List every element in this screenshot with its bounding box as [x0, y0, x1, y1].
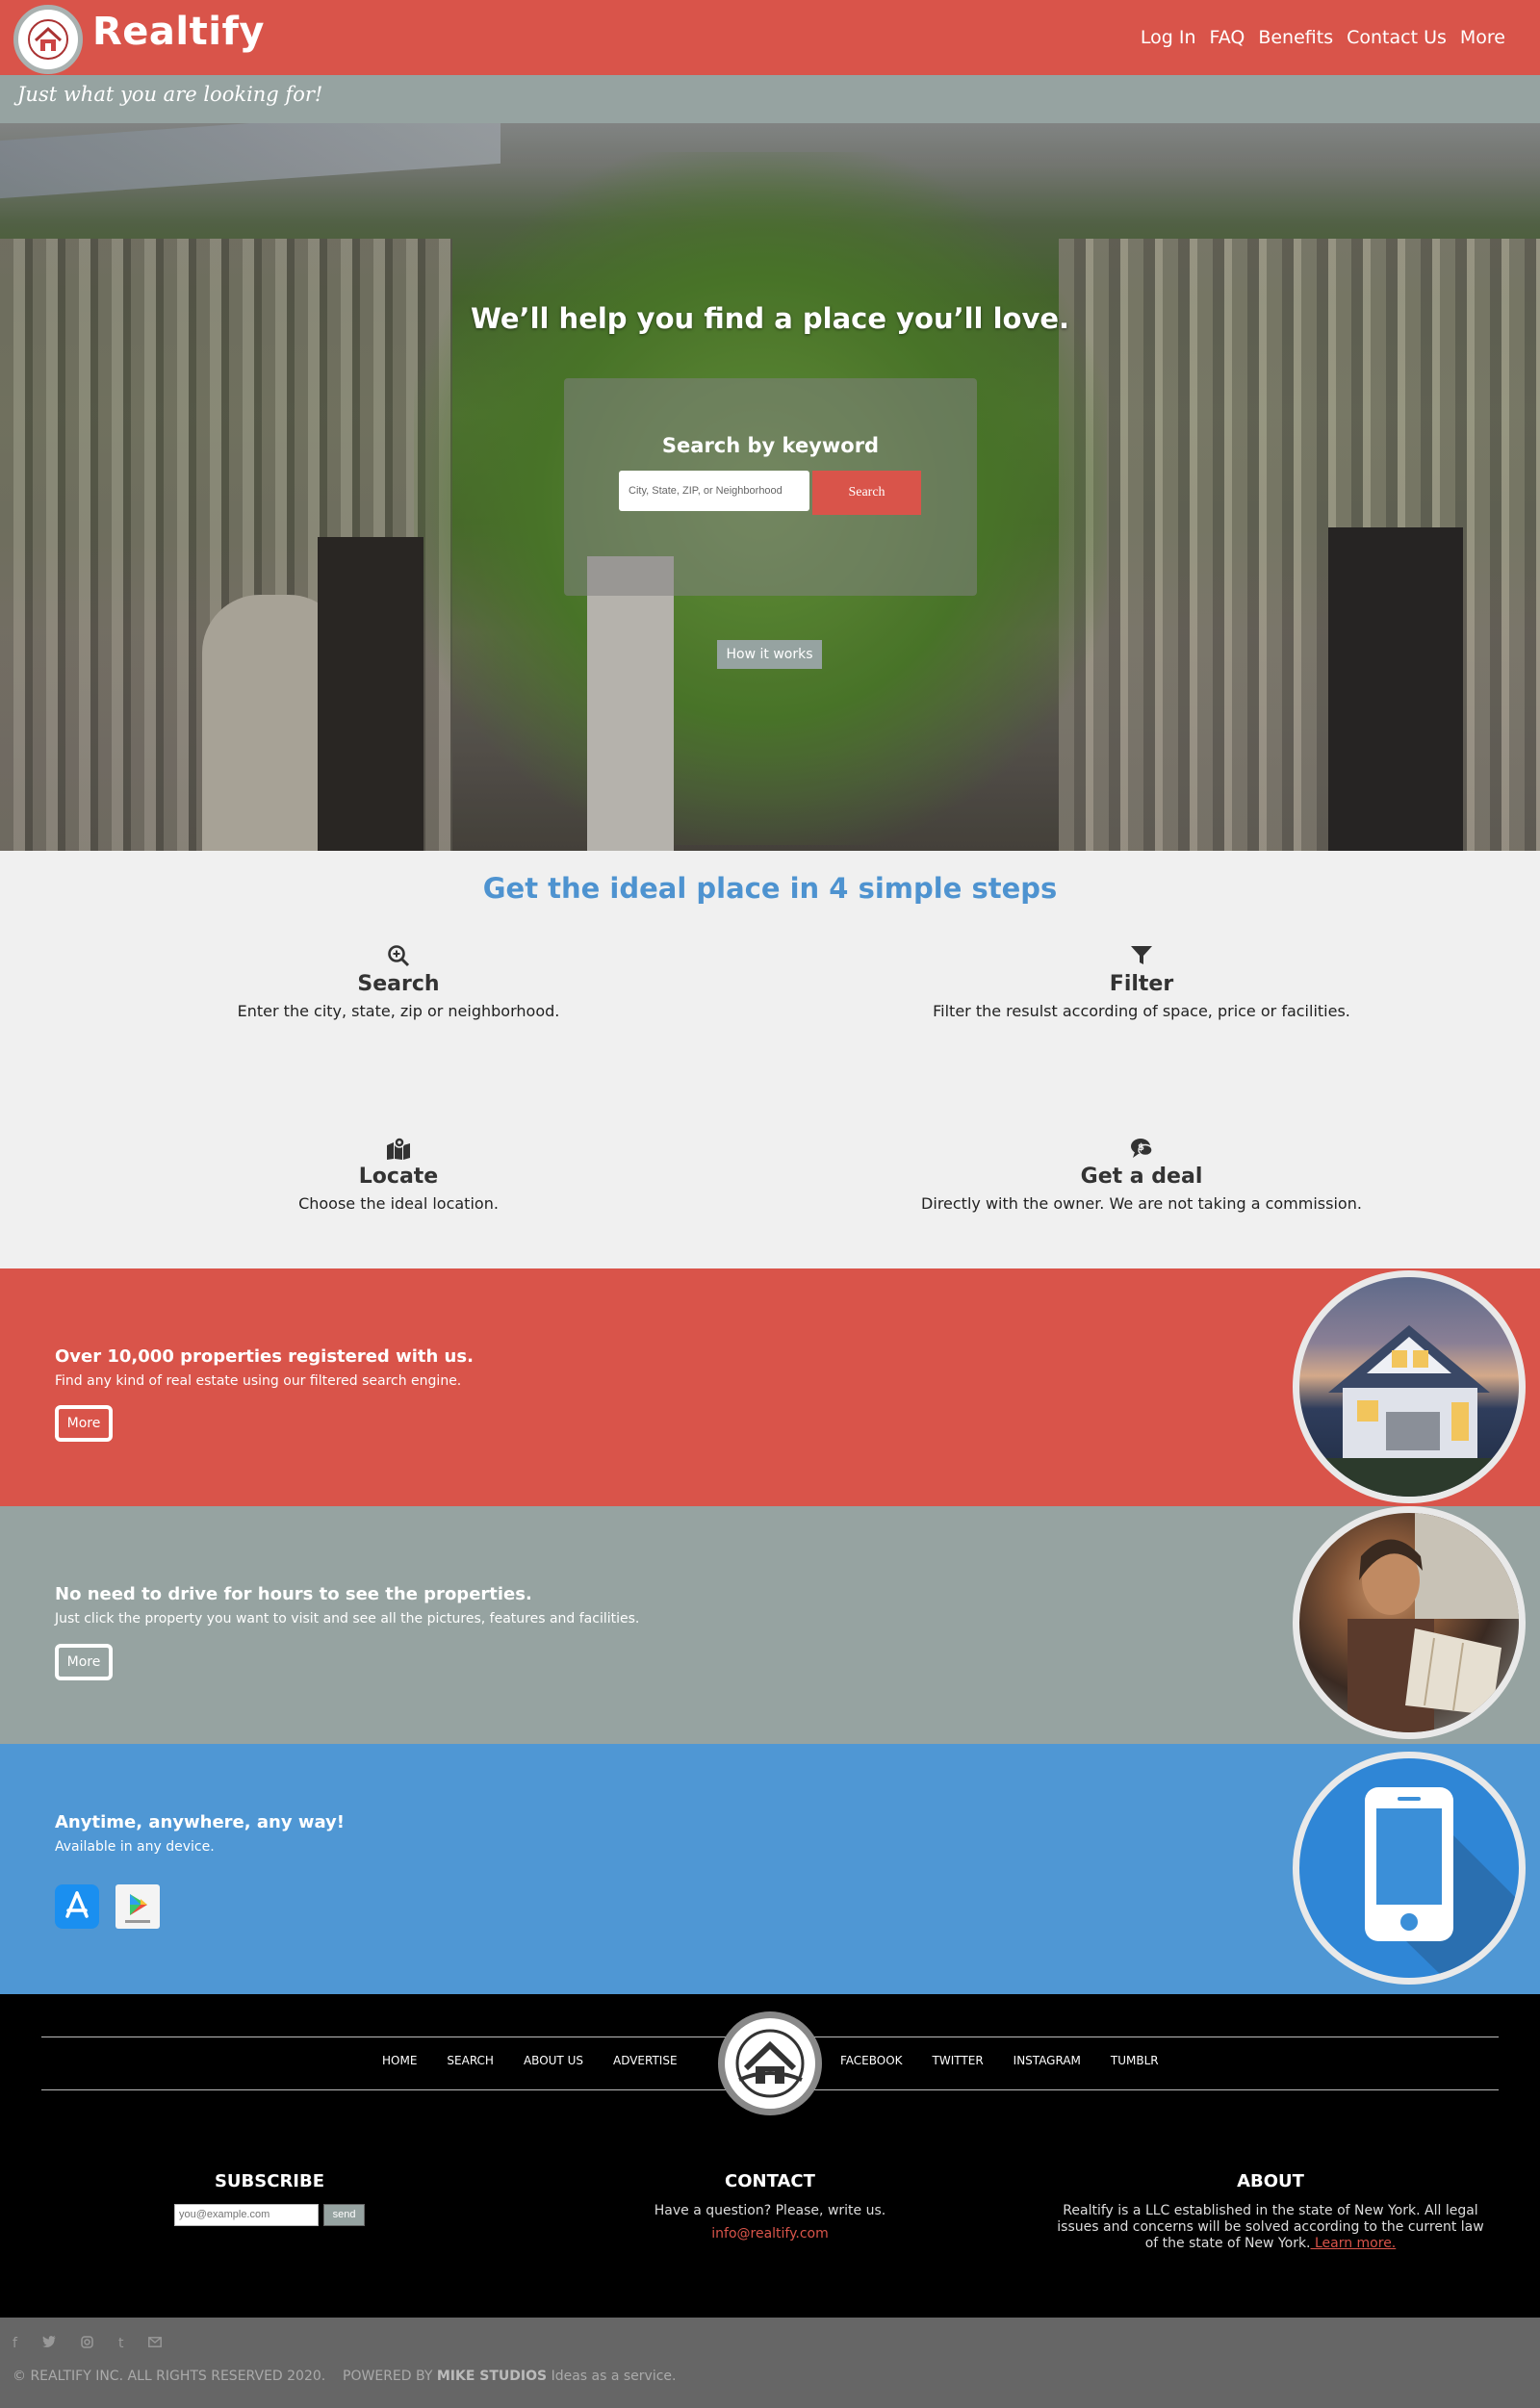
nav-benefits[interactable]: Benefits	[1258, 27, 1333, 48]
nav-faq[interactable]: FAQ	[1210, 27, 1245, 48]
tagline: Just what you are looking for!	[17, 83, 323, 106]
house-logo-icon	[735, 2029, 805, 2098]
search-button[interactable]: Search	[812, 471, 921, 515]
step-text: Choose the ideal location.	[298, 1194, 499, 1213]
step-title: Get a deal	[1080, 1165, 1203, 1189]
steps-section: Get the ideal place in 4 simple steps Se…	[0, 851, 1540, 1268]
how-it-works-button[interactable]: How it works	[717, 640, 822, 669]
mail-icon[interactable]	[148, 2336, 163, 2352]
house-illustration	[1299, 1325, 1519, 1497]
hero-title: We’ll help you find a place you’ll love.	[470, 302, 1070, 335]
feature-virtual-tour: No need to drive for hours to see the pr…	[0, 1506, 1540, 1744]
footer-link-instagram[interactable]: INSTAGRAM	[1014, 2054, 1081, 2067]
footer-link-tumblr[interactable]: TUMBLR	[1111, 2054, 1159, 2067]
footer-link-facebook[interactable]: FACEBOOK	[840, 2054, 903, 2067]
subscribe-send-button[interactable]: send	[323, 2203, 366, 2226]
nav-login[interactable]: Log In	[1141, 27, 1196, 48]
about-body: Realtify is a LLC established in the sta…	[1057, 2203, 1484, 2251]
twitter-icon[interactable]	[41, 2336, 56, 2352]
step-locate: Locate Choose the ideal location.	[62, 1136, 735, 1213]
step-text: Filter the resulst according of space, p…	[933, 1002, 1350, 1020]
footer-logo[interactable]	[718, 2011, 822, 2115]
step-text: Enter the city, state, zip or neighborho…	[237, 1002, 560, 1020]
nav-more[interactable]: More	[1460, 27, 1505, 48]
about-column: ABOUT Realtify is a LLC established in t…	[1049, 2171, 1492, 2252]
subscribe-column: SUBSCRIBE send	[125, 2171, 414, 2226]
feature-text: Find any kind of real estate using our f…	[55, 1373, 462, 1389]
chat-dollar-icon: $	[1131, 1139, 1153, 1158]
more-button[interactable]: More	[55, 1405, 113, 1442]
step-title: Filter	[1109, 972, 1174, 996]
footer-nav-left: HOME SEARCH ABOUT US ADVERTISE	[382, 2054, 678, 2067]
feature-text: Just click the property you want to visi…	[55, 1611, 640, 1627]
powered-by-link[interactable]: MIKE STUDIOS	[437, 2369, 547, 2384]
feature-text: Available in any device.	[55, 1839, 215, 1855]
contact-text: Have a question? Please, write us.	[654, 2203, 886, 2218]
driver-map-photo	[1293, 1506, 1526, 1739]
nav-contact[interactable]: Contact Us	[1347, 27, 1447, 48]
powered-suffix: Ideas as a service.	[551, 2369, 677, 2384]
more-button[interactable]: More	[55, 1644, 113, 1680]
step-title: Search	[357, 972, 440, 996]
instagram-icon[interactable]	[81, 2336, 93, 2352]
google-play-icon	[125, 1894, 150, 1923]
footer-link-advertise[interactable]: ADVERTISE	[613, 2054, 678, 2067]
search-title: Search by keyword	[661, 434, 880, 457]
app-store-icon	[65, 1891, 89, 1918]
social-icons: f t	[13, 2336, 163, 2352]
facebook-icon[interactable]: f	[13, 2336, 17, 2352]
footer-link-about[interactable]: ABOUT US	[524, 2054, 583, 2067]
svg-text:$: $	[1138, 1142, 1144, 1153]
copyright-text: © REALTIFY INC. ALL RIGHTS RESERVED 2020…	[13, 2369, 326, 2384]
feature-any-device: Anytime, anywhere, any way! Available in…	[0, 1744, 1540, 1994]
search-input[interactable]	[619, 471, 809, 511]
step-filter: Filter Filter the resulst according of s…	[805, 943, 1478, 1020]
phone-illustration	[1365, 1787, 1519, 1978]
footer-link-search[interactable]: SEARCH	[447, 2054, 494, 2067]
copyright: © REALTIFY INC. ALL RIGHTS RESERVED 2020…	[13, 2369, 676, 2384]
feature-properties: Over 10,000 properties registered with u…	[0, 1268, 1540, 1506]
step-text: Directly with the owner. We are not taki…	[921, 1194, 1362, 1213]
footer-link-home[interactable]: HOME	[382, 2054, 417, 2067]
tumblr-icon[interactable]: t	[118, 2336, 124, 2352]
logo[interactable]	[13, 5, 83, 74]
search-plus-icon	[388, 945, 410, 967]
step-title: Locate	[358, 1165, 439, 1189]
search-panel: Search by keyword Search	[564, 378, 977, 596]
top-nav: Log In FAQ Benefits Contact Us More	[1141, 27, 1505, 48]
powered-prefix: POWERED BY	[343, 2369, 433, 2384]
smartphone-icon	[1293, 1752, 1526, 1985]
step-search: Search Enter the city, state, zip or nei…	[62, 943, 735, 1020]
top-header: Realtify Log In FAQ Benefits Contact Us …	[0, 0, 1540, 75]
about-text: Realtify is a LLC established in the sta…	[1049, 2203, 1492, 2252]
footer-nav-right: FACEBOOK TWITTER INSTAGRAM TUMBLR	[840, 2054, 1159, 2067]
filter-icon	[1131, 946, 1152, 964]
app-store-badge[interactable]	[55, 1884, 99, 1929]
learn-more-link[interactable]: Learn more.	[1311, 2236, 1396, 2251]
contact-title: CONTACT	[725, 2171, 815, 2191]
subscribe-title: SUBSCRIBE	[214, 2171, 325, 2191]
hero-section: We’ll help you find a place you’ll love.…	[0, 123, 1540, 851]
bottom-bar: f t © REALTIFY INC. ALL RIGHTS RESERVED …	[0, 2318, 1540, 2408]
brand-name[interactable]: Realtify	[92, 10, 265, 54]
driver-illustration	[1348, 1513, 1519, 1732]
step-deal: $ Get a deal Directly with the owner. We…	[805, 1136, 1478, 1213]
map-marker-icon	[387, 1137, 410, 1160]
footer: HOME SEARCH ABOUT US ADVERTISE FACEBOOK …	[0, 1994, 1540, 2318]
feature-title: Over 10,000 properties registered with u…	[55, 1346, 474, 1367]
house-logo-icon	[28, 19, 68, 60]
tagline-bar: Just what you are looking for!	[0, 75, 1540, 123]
footer-link-twitter[interactable]: TWITTER	[933, 2054, 984, 2067]
google-play-badge[interactable]	[116, 1884, 160, 1929]
contact-column: CONTACT Have a question? Please, write u…	[578, 2171, 962, 2242]
about-title: ABOUT	[1237, 2171, 1304, 2191]
subscribe-email-input[interactable]	[173, 2203, 319, 2226]
feature-title: No need to drive for hours to see the pr…	[55, 1584, 532, 1604]
feature-title: Anytime, anywhere, any way!	[55, 1812, 345, 1832]
house-photo	[1293, 1270, 1526, 1503]
steps-title: Get the ideal place in 4 simple steps	[482, 872, 1058, 905]
contact-email-link[interactable]: info@realtify.com	[578, 2226, 962, 2242]
